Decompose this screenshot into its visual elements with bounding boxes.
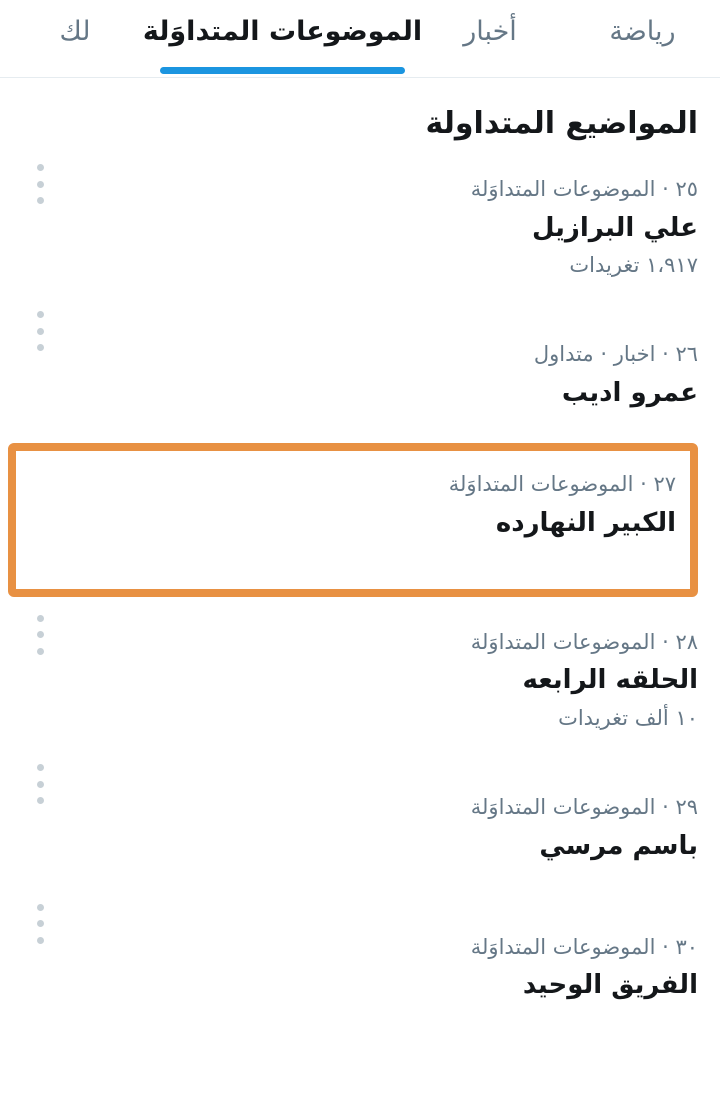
dot <box>36 311 44 319</box>
page-title: المواضيع المتداولة <box>425 106 698 141</box>
dot <box>36 344 44 352</box>
dot <box>36 764 44 772</box>
more-vertical-icon[interactable] <box>30 164 50 204</box>
trending-topics-list: ٢٥ · الموضوعات المتداوَلة علي البرازيل ١… <box>0 152 720 1026</box>
trend-meta: ٢٦ · اخبار · متداول <box>533 342 698 367</box>
tab-for-you[interactable]: لك <box>0 0 150 78</box>
dot <box>36 197 44 204</box>
dot <box>36 164 44 171</box>
dot <box>36 936 44 944</box>
trend-name: باسم مرسي <box>539 830 698 861</box>
tab-sports[interactable]: رياضة <box>565 0 720 78</box>
list-item[interactable]: ٣٠ · الموضوعات المتداوَلة الفريق الوحيد <box>0 891 720 1026</box>
more-vertical-icon[interactable] <box>30 903 50 944</box>
trend-name: الحلقه الرابعه <box>522 665 698 696</box>
tab-trending-label: الموضوعات المتداوَلة <box>142 15 423 47</box>
more-vertical-icon[interactable] <box>30 614 50 655</box>
list-item[interactable]: ٢٥ · الموضوعات المتداوَلة علي البرازيل ١… <box>0 152 720 300</box>
dot <box>36 903 44 911</box>
list-item[interactable]: ٢٦ · اخبار · متداول عمرو اديب <box>0 299 720 438</box>
trend-count: ١٠ ألف تغريدات <box>558 705 698 730</box>
dot <box>36 327 44 335</box>
tab-sports-label: رياضة <box>609 15 676 47</box>
trend-meta: ٢٨ · الموضوعات المتداوَلة <box>470 629 698 654</box>
list-item[interactable]: ٢٩ · الموضوعات المتداوَلة باسم مرسي <box>0 752 720 892</box>
trend-name: علي البرازيل <box>531 212 698 243</box>
trend-name: عمرو اديب <box>561 377 698 408</box>
more-vertical-icon[interactable] <box>30 311 50 352</box>
tab-news-label: أخبار <box>463 15 517 47</box>
dot <box>36 180 44 188</box>
dot <box>36 780 44 788</box>
dot <box>36 614 44 622</box>
trend-meta: ٣٠ · الموضوعات المتداوَلة <box>470 934 698 959</box>
dot <box>36 631 44 639</box>
trend-meta: ٢٥ · الموضوعات المتداوَلة <box>470 177 698 201</box>
dot <box>36 920 44 928</box>
list-item-highlighted[interactable]: ٢٧ · الموضوعات المتداوَلة الكبير النهارد… <box>8 443 698 597</box>
more-vertical-icon[interactable] <box>30 764 50 805</box>
tab-news[interactable]: أخبار <box>415 0 565 78</box>
trend-name: الكبير النهارده <box>495 507 676 538</box>
trend-meta: ٢٧ · الموضوعات المتداوَلة <box>448 472 676 497</box>
tab-trending[interactable]: الموضوعات المتداوَلة <box>143 0 422 78</box>
tab-for-you-label: لك <box>59 15 91 47</box>
trend-count: ١،٩١٧ تغريدات <box>569 252 698 277</box>
trend-name: الفريق الوحيد <box>522 970 698 1001</box>
trend-meta: ٢٩ · الموضوعات المتداوَلة <box>470 795 698 820</box>
list-item[interactable]: ٢٨ · الموضوعات المتداوَلة الحلقه الرابعه… <box>0 602 720 753</box>
dot <box>36 647 44 655</box>
tab-trending-underline <box>160 67 405 74</box>
dot <box>36 797 44 805</box>
tab-bar: رياضة أخبار الموضوعات المتداوَلة لك <box>0 0 720 78</box>
